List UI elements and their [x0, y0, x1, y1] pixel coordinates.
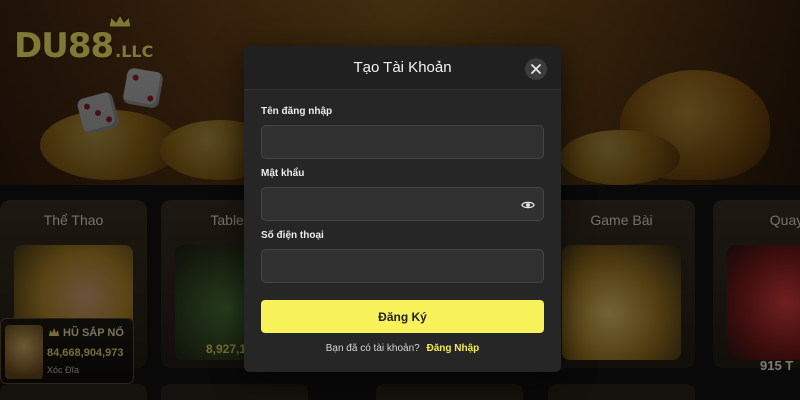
password-field-wrapper — [261, 187, 544, 221]
username-label: Tên đăng nhập — [261, 106, 333, 117]
login-prompt-text: Bạn đã có tài khoản? — [325, 343, 420, 354]
username-input[interactable] — [262, 126, 543, 158]
login-link[interactable]: Đăng Nhập — [426, 343, 479, 354]
eye-icon[interactable] — [521, 198, 535, 212]
close-icon — [531, 64, 541, 74]
password-label: Mật khẩu — [261, 168, 305, 179]
modal-header: Tạo Tài Khoản — [244, 46, 561, 90]
close-button[interactable] — [525, 58, 547, 80]
register-button[interactable]: Đăng Ký — [261, 300, 544, 333]
username-field-wrapper — [261, 125, 544, 159]
login-prompt: Bạn đã có tài khoản? Đăng Nhập — [244, 343, 561, 354]
register-modal: Tạo Tài Khoản Tên đăng nhập Mật khẩu Số … — [244, 46, 561, 372]
phone-field-wrapper — [261, 249, 544, 283]
page: DU88 .LLC Thể Thao Table G Game Bài Quay — [0, 0, 800, 400]
phone-label: Số điện thoại — [261, 230, 324, 241]
modal-title: Tạo Tài Khoản — [353, 59, 452, 76]
password-input[interactable] — [262, 188, 543, 220]
phone-input[interactable] — [262, 250, 543, 282]
